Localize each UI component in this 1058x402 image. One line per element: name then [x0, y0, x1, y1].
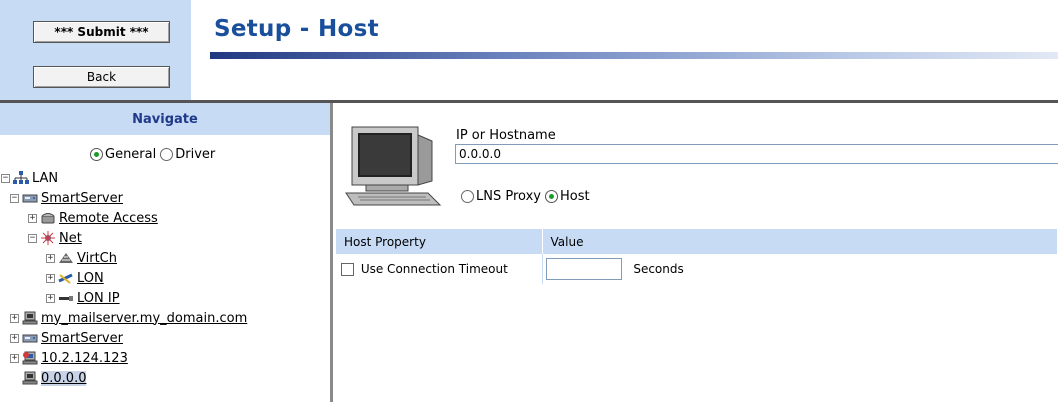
- tree-item-smartserver[interactable]: − SmartServer: [10, 189, 123, 207]
- radio-general-label: General: [105, 147, 157, 162]
- tree-item-lon-ip[interactable]: + LON IP: [46, 289, 120, 307]
- title-rule: [210, 52, 1058, 59]
- value-cell: Seconds: [542, 254, 1058, 284]
- expand-icon[interactable]: +: [10, 313, 19, 323]
- navigate-header: Navigate: [0, 103, 330, 135]
- button-panel: *** Submit *** Back: [0, 0, 193, 100]
- tree-label-ip-host[interactable]: 10.2.124.123: [41, 351, 128, 366]
- tree-item-ip-host[interactable]: + 10.2.124.123: [10, 349, 128, 367]
- tree-item-smartserver-2[interactable]: + SmartServer: [10, 329, 123, 347]
- table-row: Use Connection Timeout Seconds: [336, 254, 1058, 284]
- collapse-icon[interactable]: −: [1, 173, 10, 183]
- computer-icon: [344, 125, 444, 211]
- navigate-title: Navigate: [132, 112, 198, 127]
- tree-label-net[interactable]: Net: [59, 231, 82, 246]
- submit-button[interactable]: *** Submit ***: [33, 21, 170, 43]
- tree-label-virtch[interactable]: VirtCh: [77, 251, 117, 266]
- header-value: Value: [542, 229, 1058, 254]
- channel-icon: [58, 251, 74, 265]
- tree-item-virtch[interactable]: + VirtCh: [46, 249, 117, 267]
- network-icon: [13, 171, 29, 185]
- tree-item-net[interactable]: − Net: [28, 229, 82, 247]
- collapse-icon[interactable]: −: [10, 193, 19, 203]
- expand-icon[interactable]: +: [28, 213, 37, 223]
- tree-label-mailserver[interactable]: my_mailserver.my_domain.com: [41, 311, 247, 326]
- host-icon: [22, 351, 38, 365]
- back-button[interactable]: Back: [33, 66, 170, 88]
- radio-host[interactable]: [544, 190, 558, 203]
- tree-item-remote-access[interactable]: + Remote Access: [28, 209, 158, 227]
- property-cell: Use Connection Timeout: [336, 254, 543, 284]
- tree-item-lon[interactable]: + LON: [46, 269, 104, 287]
- expand-icon[interactable]: +: [46, 293, 55, 303]
- navigate-panel: Navigate General Driver − LAN − SmartSer…: [0, 103, 333, 402]
- radio-lns-proxy-label: LNS Proxy: [476, 189, 541, 204]
- host-property-table: Host Property Value Use Connection Timeo…: [336, 229, 1058, 284]
- host-type-radios: LNS Proxy Host: [461, 189, 590, 204]
- property-name: Use Connection Timeout: [360, 262, 508, 276]
- expand-icon[interactable]: +: [10, 353, 19, 363]
- net-icon: [40, 231, 56, 245]
- tree-label-smartserver-2[interactable]: SmartServer: [41, 331, 123, 346]
- nav-mode-radios: General Driver: [90, 147, 215, 162]
- collapse-icon[interactable]: −: [28, 233, 37, 243]
- host-icon: [22, 311, 38, 325]
- ip-hostname-input[interactable]: [455, 144, 1058, 164]
- seconds-unit-label: Seconds: [633, 261, 684, 276]
- phone-icon: [40, 211, 56, 225]
- radio-driver[interactable]: [160, 148, 174, 161]
- lon-icon: [58, 271, 74, 285]
- expand-icon[interactable]: +: [46, 253, 55, 263]
- tree-item-mailserver[interactable]: + my_mailserver.my_domain.com: [10, 309, 247, 327]
- use-connection-timeout-checkbox[interactable]: [341, 263, 354, 276]
- expand-icon[interactable]: +: [46, 273, 55, 283]
- tree-label-lan: LAN: [32, 170, 59, 186]
- tree-label-smartserver[interactable]: SmartServer: [41, 191, 123, 206]
- host-icon: [22, 371, 38, 385]
- radio-general[interactable]: [90, 148, 103, 161]
- tree-label-lon[interactable]: LON: [77, 271, 104, 286]
- tree-item-selected-host[interactable]: 0.0.0.0: [22, 369, 87, 387]
- tree-label-remote-access[interactable]: Remote Access: [59, 211, 158, 226]
- tree-item-lan[interactable]: − LAN: [1, 169, 58, 187]
- tree-label-selected-host[interactable]: 0.0.0.0: [41, 370, 87, 386]
- expand-icon[interactable]: +: [10, 333, 19, 343]
- ip-hostname-label: IP or Hostname: [456, 128, 556, 143]
- header-host-property: Host Property: [336, 229, 543, 254]
- timeout-seconds-input[interactable]: [545, 258, 622, 280]
- tree-label-lon-ip[interactable]: LON IP: [77, 291, 120, 306]
- page-title: Setup - Host: [214, 16, 379, 42]
- radio-host-label: Host: [559, 189, 590, 204]
- radio-driver-label: Driver: [175, 147, 216, 162]
- content-panel: IP or Hostname LNS Proxy Host Host Prope…: [336, 103, 1058, 402]
- server-icon: [22, 331, 38, 345]
- radio-lns-proxy[interactable]: [461, 190, 474, 203]
- lonip-icon: [58, 291, 74, 305]
- server-icon: [22, 191, 38, 205]
